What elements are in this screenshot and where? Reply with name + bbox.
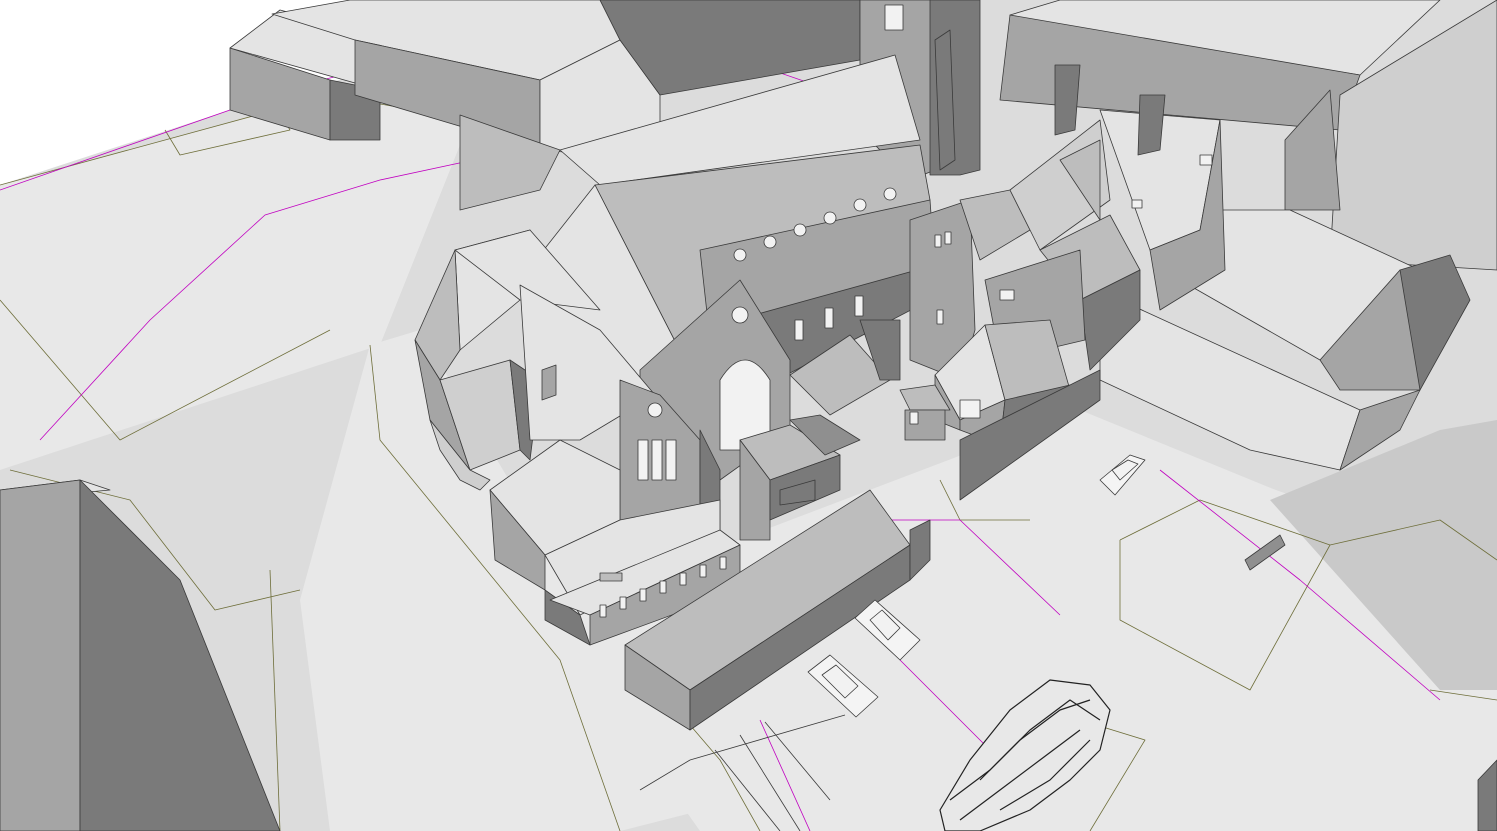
window: [854, 295, 864, 317]
wall-face: [0, 479, 81, 831]
wall-face: [541, 364, 557, 401]
window: [936, 309, 944, 325]
window: [699, 564, 707, 578]
window: [884, 4, 904, 31]
window: [665, 439, 677, 481]
window: [959, 399, 981, 419]
window: [599, 604, 607, 618]
window: [659, 580, 667, 594]
window: [794, 319, 804, 341]
window: [733, 248, 747, 262]
roof-face: [599, 572, 623, 582]
window: [763, 235, 777, 249]
window: [823, 211, 837, 225]
window: [637, 439, 649, 481]
window: [999, 289, 1015, 301]
window: [639, 588, 647, 602]
window: [944, 231, 952, 245]
window: [793, 223, 807, 237]
window: [909, 411, 919, 425]
window: [1131, 199, 1143, 209]
window: [1199, 154, 1213, 166]
architectural-massing-model[interactable]: [0, 0, 1497, 831]
window: [824, 307, 834, 329]
window: [719, 556, 727, 570]
window: [853, 198, 867, 212]
window: [647, 402, 663, 418]
window: [731, 306, 749, 324]
window: [679, 572, 687, 586]
window: [619, 596, 627, 610]
window: [883, 187, 897, 201]
window: [651, 439, 663, 481]
3d-model-viewport[interactable]: [0, 0, 1497, 831]
window: [934, 234, 942, 248]
